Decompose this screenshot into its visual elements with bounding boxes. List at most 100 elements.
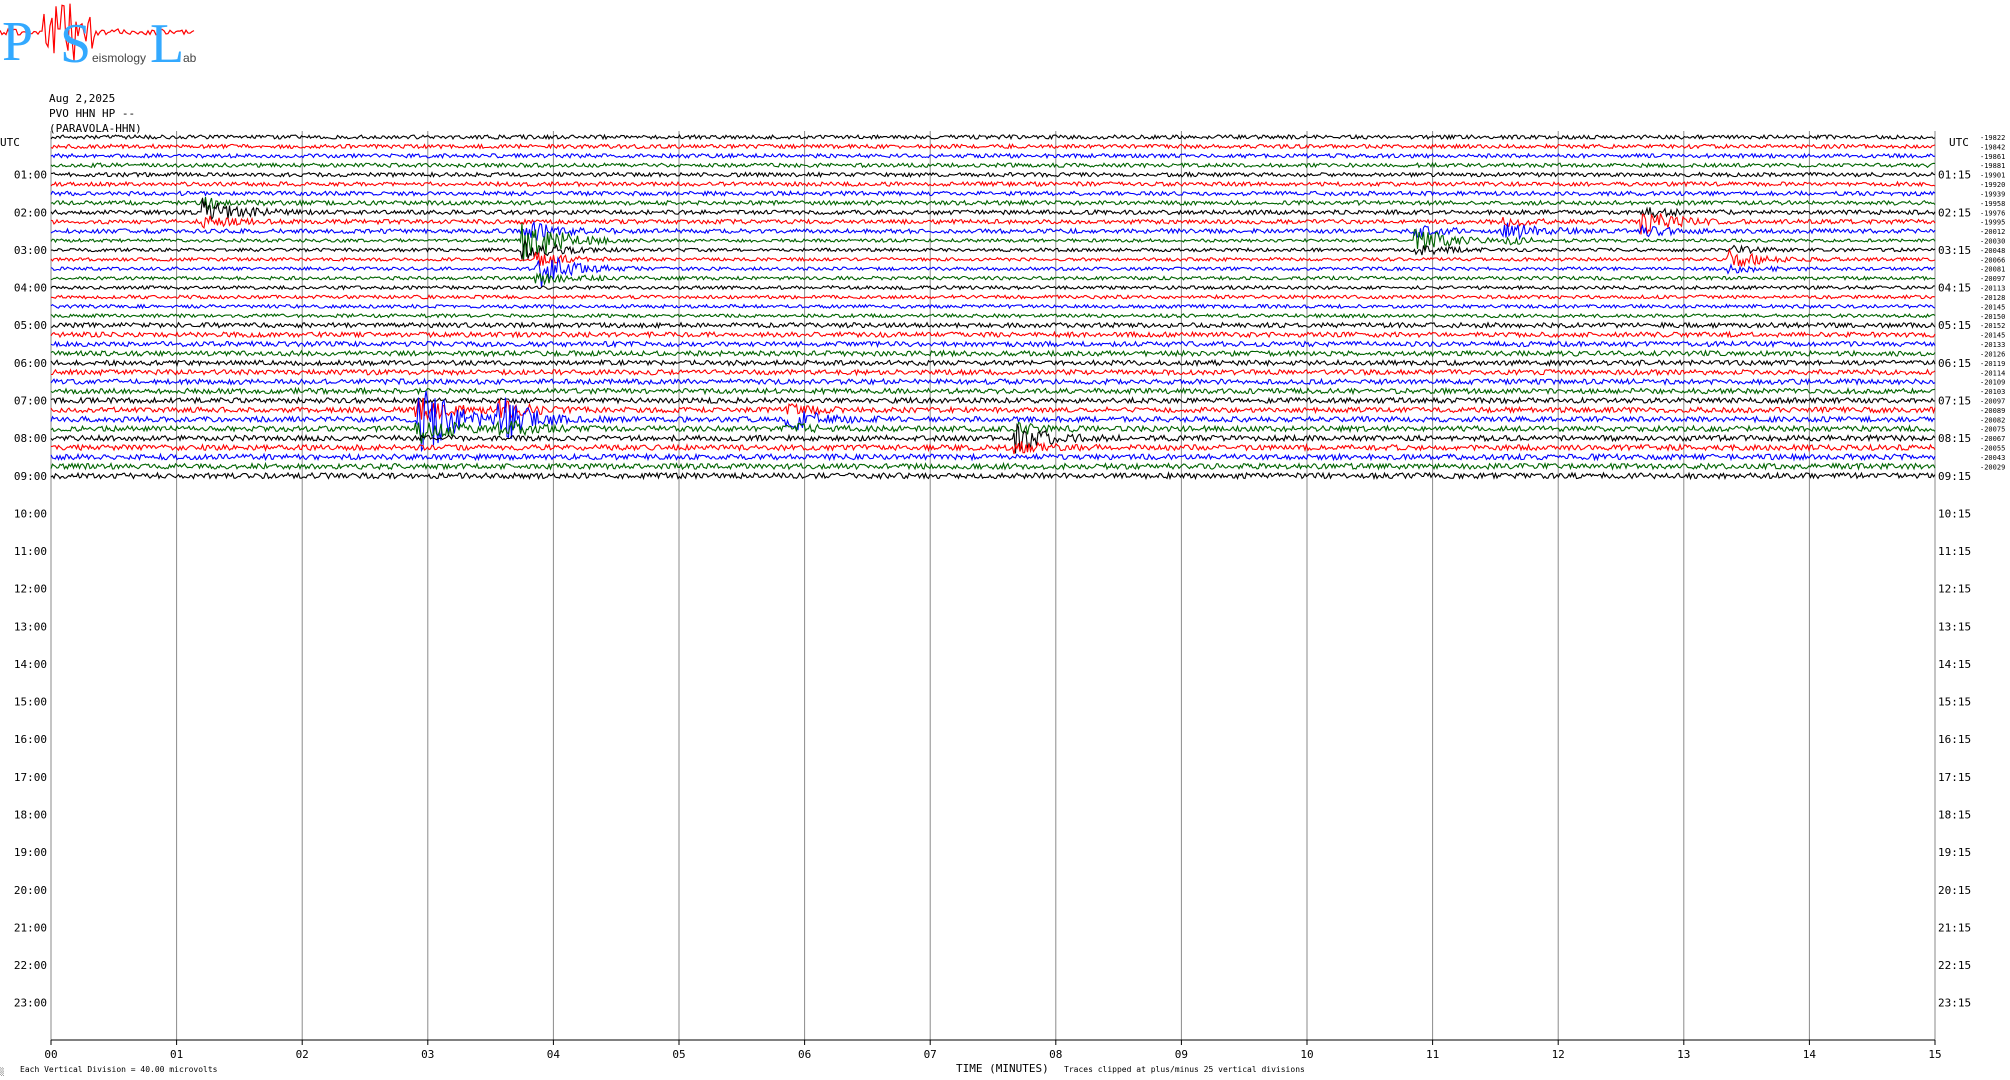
left-hour-label: 14:00 xyxy=(14,658,47,671)
trace-offset-label: -20128 xyxy=(1980,294,2005,302)
left-axis-title: UTC xyxy=(0,136,20,149)
trace-offset-label: -20067 xyxy=(1980,435,2005,443)
left-hour-label: 08:00 xyxy=(14,432,47,445)
trace-offset-labels: -19822-19842-19861-19881-19901-19920-199… xyxy=(1980,134,2005,471)
right-hour-label: 11:15 xyxy=(1938,545,1971,558)
x-tick-label: 06 xyxy=(798,1048,811,1061)
trace-row-19 xyxy=(50,312,1936,319)
left-hour-label: 18:00 xyxy=(14,809,47,822)
right-hour-label: 20:15 xyxy=(1938,884,1971,897)
trace-offset-label: -20066 xyxy=(1980,256,2005,264)
trace-offset-label: -19939 xyxy=(1980,190,2005,198)
trace-row-12 xyxy=(50,239,1936,260)
trace-row-25 xyxy=(51,368,1936,377)
right-hour-label: 12:15 xyxy=(1938,583,1971,596)
trace-offset-label: -19842 xyxy=(1980,143,2005,151)
trace-row-26 xyxy=(50,377,1936,386)
seismic-traces xyxy=(50,133,1936,481)
trace-offset-label: -20097 xyxy=(1980,397,2005,405)
trace-offset-label: -20145 xyxy=(1980,303,2005,311)
x-tick-label: 09 xyxy=(1175,1048,1188,1061)
trace-row-35 xyxy=(50,461,1936,471)
trace-row-27 xyxy=(50,386,1936,396)
left-hour-label: 05:00 xyxy=(14,319,47,332)
left-hour-axis: 01:00 02:00 03:00 04:00 05:00 06:00 07:00 08:00… xyxy=(14,169,47,1010)
x-tick-label: 03 xyxy=(421,1048,434,1061)
right-hour-label: 18:15 xyxy=(1938,809,1971,822)
x-tick-label: 02 xyxy=(296,1048,309,1061)
trace-offset-label: -20030 xyxy=(1980,238,2005,246)
trace-offset-label: -20082 xyxy=(1980,416,2005,424)
right-hour-label: 10:15 xyxy=(1938,507,1971,520)
right-hour-label: 05:15 xyxy=(1938,319,1971,332)
trace-row-22 xyxy=(50,339,1936,349)
right-hour-label: 21:15 xyxy=(1938,921,1971,934)
x-tick-label: 10 xyxy=(1300,1048,1313,1061)
trace-row-7 xyxy=(50,197,1936,210)
left-hour-label: 09:00 xyxy=(14,470,47,483)
left-hour-label: 13:00 xyxy=(14,620,47,633)
trace-offset-label: -20103 xyxy=(1980,388,2005,396)
trace-row-1 xyxy=(50,143,1936,150)
x-tick-label: 01 xyxy=(170,1048,183,1061)
trace-offset-label: -20029 xyxy=(1980,463,2005,471)
trace-row-10 xyxy=(50,220,1936,242)
time-axis: 00 01 02 03 04 05 06 07 08 09 10 11 12 13 14 15 xyxy=(44,1040,1942,1061)
right-hour-axis: 01:15 02:15 03:15 04:15 05:15 06:15 07:15 08:15… xyxy=(1938,169,1971,1010)
trace-offset-label: -20081 xyxy=(1980,266,2005,274)
trace-offset-label: -20043 xyxy=(1980,454,2005,462)
right-axis-title: UTC xyxy=(1949,136,1969,149)
trace-row-14 xyxy=(50,256,1936,287)
left-hour-label: 23:00 xyxy=(14,997,47,1010)
trace-offset-label: -20152 xyxy=(1980,322,2005,330)
left-hour-label: 20:00 xyxy=(14,884,47,897)
trace-offset-label: -20109 xyxy=(1980,379,2005,387)
trace-row-0 xyxy=(50,133,1936,141)
trace-offset-label: -20145 xyxy=(1980,332,2005,340)
clip-note: Traces clipped at plus/minus 25 vertical… xyxy=(1064,1065,1305,1074)
left-hour-label: 17:00 xyxy=(14,771,47,784)
trace-offset-label: -20114 xyxy=(1980,369,2005,377)
trace-offset-label: -20097 xyxy=(1980,275,2005,283)
x-tick-label: 08 xyxy=(1049,1048,1062,1061)
left-hour-label: 19:00 xyxy=(14,846,47,859)
left-hour-label: 06:00 xyxy=(14,357,47,370)
x-tick-label: 13 xyxy=(1677,1048,1690,1061)
trace-row-24 xyxy=(50,358,1936,368)
right-hour-label: 02:15 xyxy=(1938,206,1971,219)
right-hour-label: 07:15 xyxy=(1938,394,1971,407)
trace-offset-label: -20119 xyxy=(1980,360,2005,368)
trace-offset-label: -20126 xyxy=(1980,350,2005,358)
corner-mark: ░ xyxy=(0,1067,4,1076)
trace-row-15 xyxy=(50,272,1936,286)
trace-row-33 xyxy=(50,441,1936,455)
left-hour-label: 10:00 xyxy=(14,507,47,520)
right-hour-label: 01:15 xyxy=(1938,169,1971,182)
x-axis-title: TIME (MINUTES) xyxy=(956,1062,1049,1075)
left-hour-label: 15:00 xyxy=(14,696,47,709)
right-hour-label: 03:15 xyxy=(1938,244,1971,257)
trace-row-5 xyxy=(50,180,1936,188)
trace-offset-label: -19958 xyxy=(1980,200,2005,208)
right-hour-label: 04:15 xyxy=(1938,282,1971,295)
x-tick-label: 05 xyxy=(672,1048,685,1061)
trace-row-6 xyxy=(50,190,1936,197)
scale-note: Each Vertical Division = 40.00 microvolt… xyxy=(20,1065,218,1074)
x-tick-label: 11 xyxy=(1426,1048,1439,1061)
trace-offset-label: -20075 xyxy=(1980,426,2005,434)
right-hour-label: 14:15 xyxy=(1938,658,1971,671)
trace-offset-label: -20048 xyxy=(1980,247,2005,255)
trace-row-20 xyxy=(50,321,1936,330)
trace-offset-label: -19881 xyxy=(1980,162,2005,170)
trace-row-36 xyxy=(50,470,1936,481)
trace-offset-label: -19861 xyxy=(1980,153,2005,161)
trace-row-34 xyxy=(50,452,1936,462)
right-hour-label: 17:15 xyxy=(1938,771,1971,784)
left-hour-label: 03:00 xyxy=(14,244,47,257)
trace-row-28 xyxy=(50,396,1935,405)
left-hour-label: 12:00 xyxy=(14,583,47,596)
trace-offset-label: -20133 xyxy=(1980,341,2005,349)
x-tick-label: 04 xyxy=(547,1048,561,1061)
right-hour-label: 16:15 xyxy=(1938,733,1971,746)
trace-row-21 xyxy=(50,330,1936,339)
